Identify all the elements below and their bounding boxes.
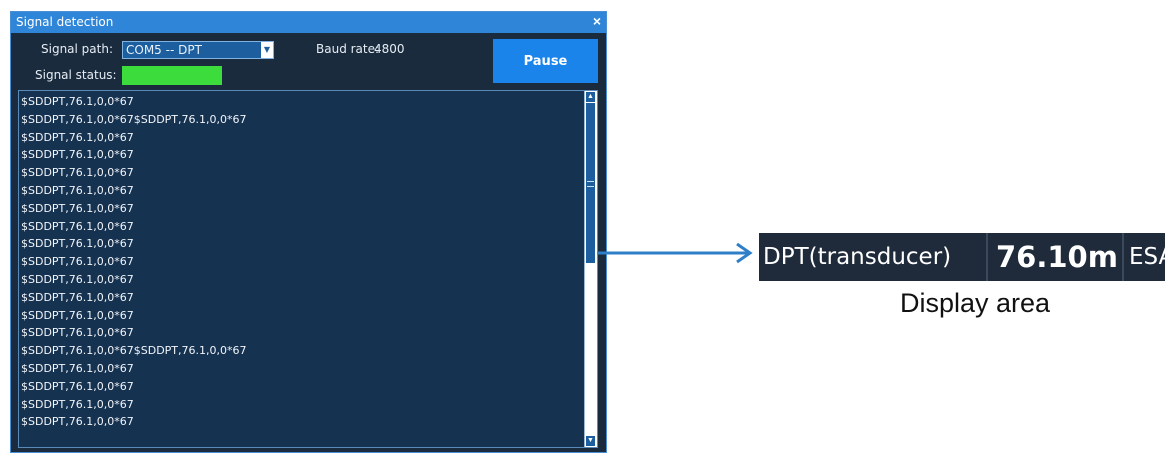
display-name: DPT(transducer) bbox=[763, 244, 952, 270]
display-area-caption: Display area bbox=[900, 288, 1051, 318]
display-unit: ESA bbox=[1129, 244, 1173, 270]
connector-arrow bbox=[597, 242, 753, 264]
display-divider bbox=[986, 233, 988, 281]
display-divider bbox=[1122, 233, 1124, 281]
display-area-panel: DPT(transducer) 76.10m ESA bbox=[759, 233, 1173, 281]
display-value: 76.10m bbox=[996, 240, 1118, 274]
